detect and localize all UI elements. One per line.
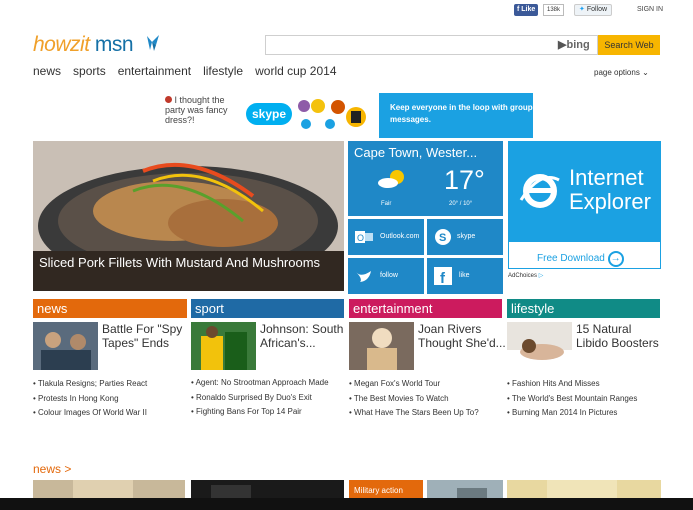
outlook-label: Outlook.com bbox=[380, 233, 420, 240]
facebook-icon: f bbox=[434, 267, 452, 285]
hero-story[interactable]: Sliced Pork Fillets With Mustard And Mus… bbox=[33, 141, 344, 291]
list-item[interactable]: Fighting Bans For Top 14 Pair bbox=[191, 406, 331, 417]
list-item[interactable]: Protests In Hong Kong bbox=[33, 392, 187, 407]
outlook-tile[interactable]: O Outlook.com bbox=[348, 219, 424, 255]
list-item[interactable]: Agent: No Strootman Approach Made bbox=[191, 377, 331, 388]
avatar-icon bbox=[165, 96, 172, 103]
nav-item-entertainment[interactable]: entertainment bbox=[118, 64, 191, 78]
ie-ad-title: Internet Explorer bbox=[569, 166, 651, 214]
weather-condition: Fair bbox=[381, 201, 392, 207]
internet-explorer-icon bbox=[519, 174, 560, 208]
list-item[interactable]: Burning Man 2014 In Pictures bbox=[507, 406, 661, 421]
bing-label: bing bbox=[566, 39, 590, 51]
twitter-follow-button[interactable]: ✦ Follow bbox=[574, 4, 613, 16]
lifestyle-headline-list: Fashion Hits And Misses The World's Best… bbox=[507, 377, 661, 421]
outlook-icon: O bbox=[355, 231, 373, 243]
sign-in-link[interactable]: SIGN IN bbox=[637, 6, 663, 13]
nav-item-world-cup[interactable]: world cup 2014 bbox=[255, 64, 336, 78]
top-navigation: news sports entertainment lifestyle worl… bbox=[33, 64, 337, 78]
nav-item-sports[interactable]: sports bbox=[73, 64, 106, 78]
internet-explorer-ad[interactable]: Internet Explorer Free Download → bbox=[508, 141, 661, 269]
bottom-bar bbox=[0, 498, 693, 510]
ad-emoticons-icon bbox=[298, 99, 366, 129]
list-item[interactable]: What Have The Stars Been Up To? bbox=[349, 406, 503, 421]
twitter-icon: ✦ bbox=[579, 6, 585, 13]
entertainment-story-title[interactable]: Joan Rivers Thought She'd... bbox=[418, 322, 506, 350]
ad-chat-text: I thought the party was fancy dress?! bbox=[165, 95, 228, 125]
nav-item-news[interactable]: news bbox=[33, 64, 61, 78]
section-header-news[interactable]: news bbox=[33, 299, 187, 318]
lifestyle-thumbnail[interactable] bbox=[507, 322, 572, 370]
skype-label: skype bbox=[457, 233, 476, 240]
skype-tile[interactable]: S skype bbox=[427, 219, 503, 255]
news-headline-list: Tlakula Resigns; Parties React Protests … bbox=[33, 377, 187, 421]
search-web-button[interactable]: Search Web bbox=[598, 35, 660, 55]
news-story-title[interactable]: Battle For "Spy Tapes" Ends bbox=[102, 322, 187, 350]
list-item[interactable]: Fashion Hits And Misses bbox=[507, 377, 661, 392]
sport-headline-list: Agent: No Strootman Approach Made Ronald… bbox=[191, 377, 331, 417]
weather-high-low: 20° / 10° bbox=[449, 201, 473, 207]
adchoices-label: AdChoices bbox=[508, 273, 538, 279]
ie-ad-title-line2: Explorer bbox=[569, 189, 651, 214]
svg-text:O: O bbox=[357, 233, 364, 243]
twitter-follow-label: Follow bbox=[586, 6, 608, 13]
skype-ad-banner[interactable]: I thought the party was fancy dress?! sk… bbox=[162, 93, 533, 138]
facebook-like-tile[interactable]: f like bbox=[427, 258, 503, 294]
arrow-right-circle-icon: → bbox=[607, 251, 624, 267]
logo-msn: msn bbox=[94, 33, 134, 56]
ie-download-label: Free Download bbox=[537, 253, 605, 264]
list-item[interactable]: The Best Movies To Watch bbox=[349, 392, 503, 407]
svg-text:S: S bbox=[439, 232, 446, 244]
section-header-entertainment[interactable]: entertainment bbox=[349, 299, 502, 318]
partly-sunny-icon bbox=[378, 170, 404, 188]
search-input[interactable] bbox=[265, 35, 598, 55]
lifestyle-story-title[interactable]: 15 Natural Libido Boosters bbox=[576, 322, 661, 350]
list-item[interactable]: Colour Images Of World War II bbox=[33, 406, 187, 421]
follow-label: follow bbox=[380, 272, 398, 279]
sport-story-title[interactable]: Johnson: South African's... bbox=[260, 322, 345, 350]
logo-howzit: howzit bbox=[33, 33, 90, 56]
skype-icon: S bbox=[435, 229, 451, 245]
section-header-lifestyle[interactable]: lifestyle bbox=[507, 299, 660, 318]
nav-item-lifestyle[interactable]: lifestyle bbox=[203, 64, 243, 78]
hero-caption: Sliced Pork Fillets With Mustard And Mus… bbox=[33, 251, 344, 291]
entertainment-thumbnail[interactable] bbox=[349, 322, 414, 370]
ie-free-download-link[interactable]: Free Download → bbox=[537, 251, 624, 267]
ie-ad-title-line1: Internet bbox=[569, 165, 644, 190]
news-more-link[interactable]: news > bbox=[33, 462, 71, 476]
site-logo[interactable]: howzit msn bbox=[33, 33, 134, 57]
adchoices-icon: ▷ bbox=[538, 273, 544, 279]
list-item[interactable]: Ronaldo Surprised By Duo's Exit bbox=[191, 392, 331, 403]
facebook-like-label: Like bbox=[521, 6, 536, 13]
page-options-dropdown[interactable]: page options ⌄ bbox=[594, 68, 649, 77]
skype-logo: skype bbox=[246, 103, 292, 125]
news-thumbnail[interactable] bbox=[33, 322, 98, 370]
weather-tile[interactable]: Cape Town, Wester... 17° Fair 20° / 10° bbox=[348, 141, 503, 216]
twitter-bird-icon bbox=[356, 271, 371, 282]
twitter-follow-tile[interactable]: follow bbox=[348, 258, 424, 294]
adchoices-link[interactable]: AdChoices ▷ bbox=[508, 272, 543, 279]
weather-temperature: 17° bbox=[444, 165, 485, 195]
chevron-down-icon: ⌄ bbox=[642, 68, 649, 77]
list-item[interactable]: Megan Fox's World Tour bbox=[349, 377, 503, 392]
bing-logo: ▶bing bbox=[558, 38, 590, 51]
section-header-sport[interactable]: sport bbox=[191, 299, 344, 318]
ad-message: Keep everyone in the loop with group mes… bbox=[379, 93, 533, 138]
ad-chat-bubble: I thought the party was fancy dress?! bbox=[162, 93, 242, 138]
weather-location: Cape Town, Wester... bbox=[354, 145, 478, 160]
sport-thumbnail[interactable] bbox=[191, 322, 256, 370]
facebook-like-button[interactable]: f Like bbox=[514, 4, 539, 16]
list-item[interactable]: Tlakula Resigns; Parties React bbox=[33, 377, 187, 392]
facebook-like-count: 138k bbox=[543, 4, 565, 16]
entertainment-headline-list: Megan Fox's World Tour The Best Movies T… bbox=[349, 377, 503, 421]
msn-butterfly-icon bbox=[147, 35, 159, 51]
list-item[interactable]: The World's Best Mountain Ranges bbox=[507, 392, 661, 407]
like-label: like bbox=[459, 272, 470, 279]
page-options-label: page options bbox=[594, 68, 640, 77]
